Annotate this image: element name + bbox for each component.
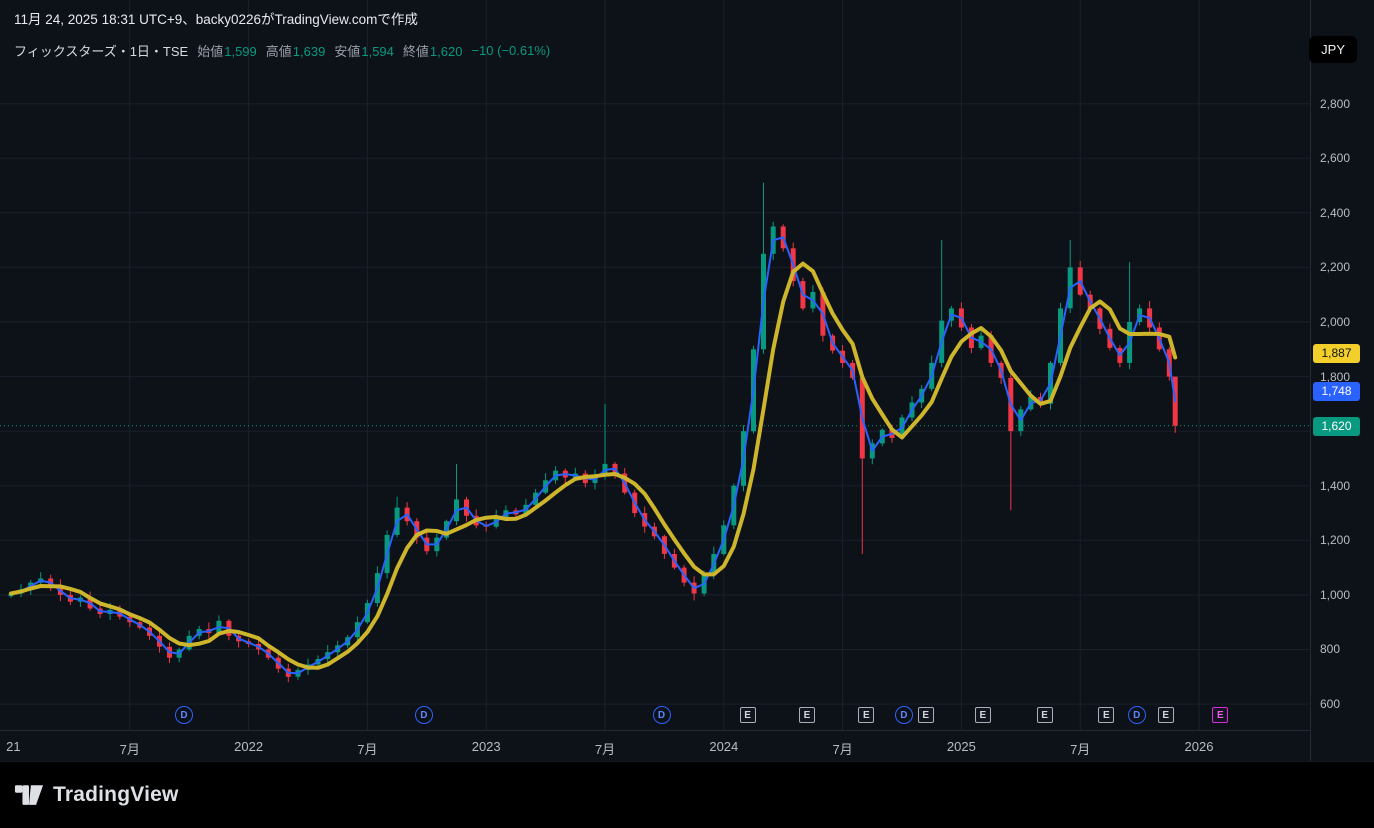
dividend-marker[interactable]: D [415, 706, 433, 724]
dividend-marker[interactable]: D [895, 706, 913, 724]
price-tick-label: 2,400 [1320, 206, 1350, 220]
earnings-marker[interactable]: E [1158, 707, 1174, 723]
dividend-marker[interactable]: D [1128, 706, 1146, 724]
chart-legend: フィックスターズ・1日・TSE 始値1,599 高値1,639 安値1,594 … [14, 41, 550, 60]
time-axis-label: 7月 [357, 739, 377, 758]
price-tick-label: 1,400 [1320, 479, 1350, 493]
bottom-bar: TradingView [0, 761, 1374, 828]
price-tick-label: 2,600 [1320, 151, 1350, 165]
earnings-marker[interactable]: E [918, 707, 934, 723]
close-label: 終値 [403, 44, 429, 59]
low-label: 安値 [334, 44, 360, 59]
earnings-marker[interactable]: E [1037, 707, 1053, 723]
dividend-marker[interactable]: D [653, 706, 671, 724]
time-axis-label: 2024 [709, 739, 738, 754]
time-axis[interactable]: 21 7月 2022 7月 2023 7月 2024 7月 2025 7月 2026 [0, 730, 1310, 762]
tradingview-published-chart: 11月 24, 2025 18:31 UTC+9、backy0226がTradi… [0, 0, 1374, 828]
time-axis-label: 2025 [947, 739, 976, 754]
open-label: 始値 [197, 44, 223, 59]
upcoming-earnings-marker[interactable]: E [1212, 707, 1228, 723]
close-value: 1,620 [430, 44, 463, 59]
high-pair: 高値1,639 [266, 41, 326, 60]
open-value: 1,599 [224, 44, 257, 59]
time-axis-label: 2022 [234, 739, 263, 754]
time-axis-label: 21 [6, 739, 20, 754]
close-pair: 終値1,620 [403, 41, 463, 60]
time-axis-label: 2026 [1185, 739, 1214, 754]
price-tick-label: 800 [1320, 642, 1340, 656]
low-pair: 安値1,594 [334, 41, 394, 60]
high-label: 高値 [266, 44, 292, 59]
symbol-title[interactable]: フィックスターズ・1日・TSE [14, 41, 188, 60]
price-badge-sma-long-last: 1,887 [1313, 344, 1360, 363]
earnings-marker[interactable]: E [740, 707, 756, 723]
creation-note: 11月 24, 2025 18:31 UTC+9、backy0226がTradi… [14, 8, 418, 28]
price-tick-label: 2,000 [1320, 315, 1350, 329]
time-axis-label: 7月 [1070, 739, 1090, 758]
time-axis-label: 7月 [120, 739, 140, 758]
price-badge-last-price: 1,620 [1313, 417, 1360, 436]
price-tick-label: 1,200 [1320, 533, 1350, 547]
earnings-marker[interactable]: E [858, 707, 874, 723]
tradingview-logo-text[interactable]: TradingView [53, 783, 179, 807]
dividend-marker[interactable]: D [175, 706, 193, 724]
price-tick-label: 600 [1320, 697, 1340, 711]
tradingview-logo-icon[interactable] [14, 782, 44, 809]
open-pair: 始値1,599 [197, 41, 257, 60]
time-axis-label: 7月 [595, 739, 615, 758]
price-axis[interactable]: 2,8002,6002,4002,2002,0001,8001,4001,200… [1310, 0, 1374, 761]
currency-toggle-button[interactable]: JPY [1309, 36, 1357, 63]
event-markers-layer: DDDEEEDEEEEDEE [0, 0, 1310, 730]
low-value: 1,594 [361, 44, 394, 59]
time-axis-label: 7月 [832, 739, 852, 758]
earnings-marker[interactable]: E [975, 707, 991, 723]
earnings-marker[interactable]: E [799, 707, 815, 723]
high-value: 1,639 [293, 44, 326, 59]
price-badge-sma-short-last: 1,748 [1313, 382, 1360, 401]
earnings-marker[interactable]: E [1098, 707, 1114, 723]
time-axis-label: 2023 [472, 739, 501, 754]
price-tick-label: 2,800 [1320, 97, 1350, 111]
change-value: −10 (−0.61%) [471, 43, 550, 58]
price-tick-label: 2,200 [1320, 260, 1350, 274]
price-tick-label: 1,000 [1320, 588, 1350, 602]
